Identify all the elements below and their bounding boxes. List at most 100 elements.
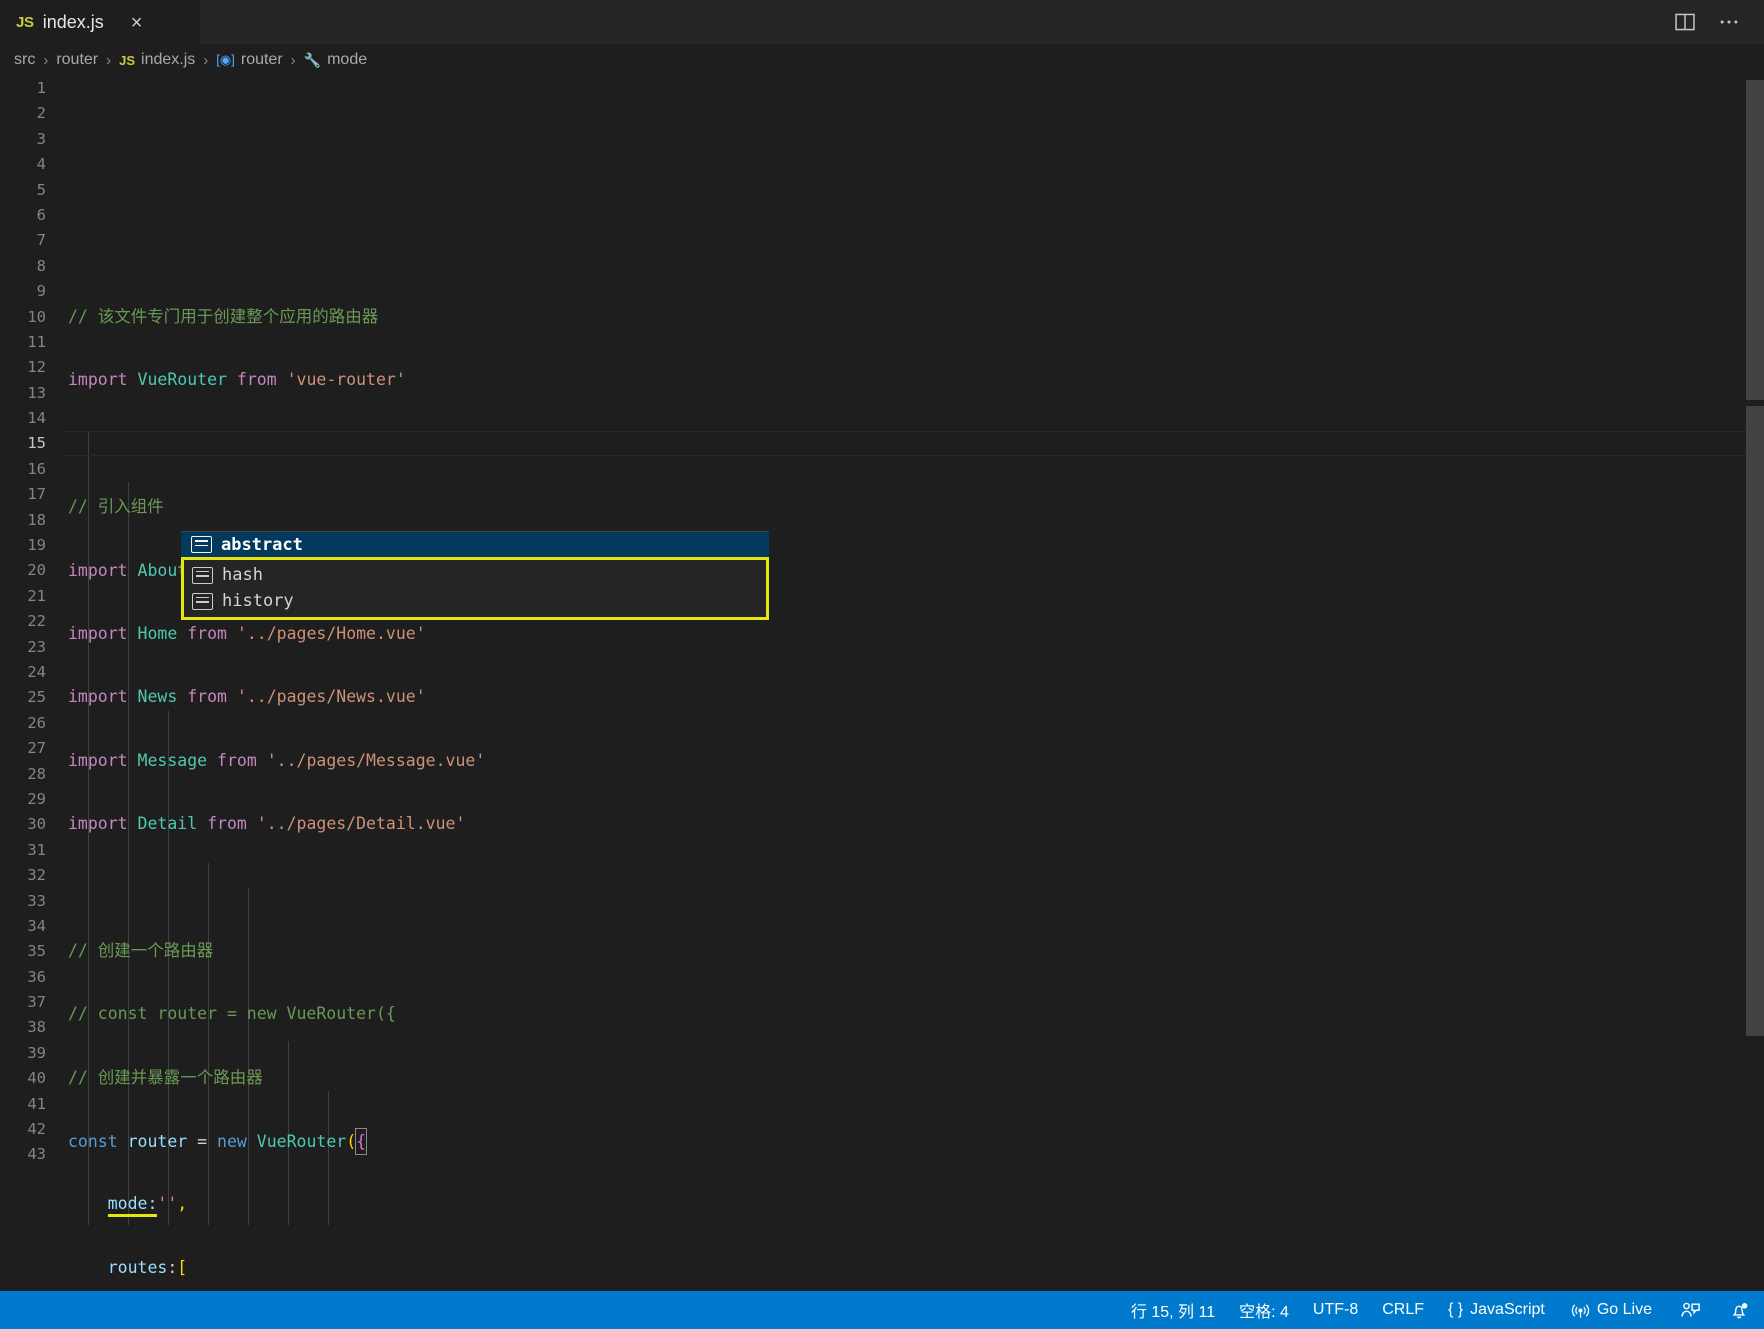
chevron-right-icon: ›	[43, 51, 49, 69]
line-number: 42	[27, 1120, 46, 1139]
line-number: 41	[27, 1094, 46, 1113]
code-line-8: import Message from '../pages/Message.vu…	[68, 750, 486, 770]
status-notifications[interactable]	[1715, 1291, 1764, 1329]
more-actions-icon[interactable]	[1716, 9, 1742, 35]
suggest-item-label: abstract	[221, 534, 303, 555]
bell-dot-icon	[1729, 1300, 1750, 1321]
suggest-item-label: hash	[222, 565, 263, 585]
status-bar-right: 行 15, 列 11 空格: 4 UTF-8 CRLF { } JavaScri…	[1119, 1291, 1764, 1329]
status-go-live[interactable]: Go Live	[1557, 1291, 1666, 1329]
line-number: 24	[27, 662, 46, 681]
breadcrumb-item-mode[interactable]: 🔧 mode	[304, 51, 367, 69]
breadcrumb-item-router-folder[interactable]: router	[56, 51, 98, 69]
line-number: 9	[36, 282, 46, 301]
line-number: 1	[36, 79, 46, 97]
status-language-mode[interactable]: { } JavaScript	[1436, 1291, 1557, 1329]
breadcrumb-item-index-js[interactable]: JS index.js	[119, 51, 195, 69]
line-number: 2	[36, 104, 46, 123]
breadcrumb-label: index.js	[141, 51, 196, 68]
tab-index-js[interactable]: JS index.js ×	[0, 0, 200, 44]
status-bar: 行 15, 列 11 空格: 4 UTF-8 CRLF { } JavaScri…	[0, 1291, 1764, 1329]
code-content[interactable]: // 该文件专门用于创建整个应用的路由器 import VueRouter fr…	[62, 76, 1764, 1291]
js-file-icon: JS	[16, 14, 34, 31]
scrollbar-thumb[interactable]	[1746, 406, 1764, 1036]
close-icon[interactable]: ×	[131, 13, 143, 33]
line-number: 22	[27, 612, 46, 631]
braces-icon: { }	[1448, 1301, 1464, 1318]
line-number: 33	[27, 891, 46, 910]
line-number: 29	[27, 789, 46, 808]
code-line-11: // 创建一个路由器	[68, 940, 214, 960]
suggest-item-history[interactable]: history	[184, 588, 766, 614]
breadcrumb-label: router	[240, 51, 283, 68]
code-line-14: const router = new VueRouter({	[62, 1128, 1764, 1156]
breadcrumb-label: src	[14, 51, 36, 68]
line-number: 36	[27, 967, 46, 986]
scrollbar-thumb[interactable]	[1746, 80, 1764, 400]
code-line-9: import Detail from '../pages/Detail.vue'	[68, 814, 466, 834]
code-editor[interactable]: 1 2 3 4 5 6 7 8 9 10 11 12 13 14 15 16 1…	[0, 76, 1764, 1291]
line-number: 18	[27, 510, 46, 529]
breadcrumb-item-src[interactable]: src	[14, 51, 35, 69]
property-wrench-icon: 🔧	[303, 51, 322, 68]
line-number: 11	[27, 332, 46, 351]
module-icon: [◉]	[216, 52, 235, 67]
line-number-gutter: 1 2 3 4 5 6 7 8 9 10 11 12 13 14 15 16 1…	[0, 76, 62, 1291]
property-icon	[192, 566, 213, 584]
vscode-window: JS index.js × src › router › JS index.js…	[0, 0, 1764, 1329]
editor-tab-bar: JS index.js ×	[0, 0, 1764, 44]
code-line-13: // 创建并暴露一个路由器	[68, 1067, 263, 1087]
line-number: 8	[36, 256, 46, 275]
line-number: 23	[27, 637, 46, 656]
line-number: 25	[27, 688, 46, 707]
indent-guide	[208, 863, 209, 1225]
suggest-item-abstract[interactable]: abstract	[181, 531, 769, 557]
line-number: 12	[27, 358, 46, 377]
line-number: 35	[27, 942, 46, 961]
status-eol[interactable]: CRLF	[1370, 1291, 1436, 1329]
status-encoding[interactable]: UTF-8	[1301, 1291, 1370, 1329]
line-number: 10	[27, 307, 46, 326]
suggest-item-label: history	[222, 591, 294, 611]
line-number: 4	[36, 155, 46, 174]
suggest-item-hash[interactable]: hash	[184, 562, 766, 588]
line-number: 19	[27, 536, 46, 555]
code-line-7: import News from '../pages/News.vue'	[68, 687, 426, 707]
line-number: 26	[27, 713, 46, 732]
status-indentation-label: 空格: 4	[1239, 1304, 1289, 1321]
line-number: 7	[36, 231, 46, 250]
status-language-mode-label: JavaScript	[1470, 1301, 1545, 1318]
suggest-list: hash history	[181, 557, 769, 620]
line-number: 32	[27, 866, 46, 885]
line-number: 3	[36, 129, 46, 148]
line-number: 13	[27, 383, 46, 402]
code-line-15-active: mode:'',	[62, 1191, 1764, 1218]
line-number: 16	[27, 459, 46, 478]
indent-guide	[128, 482, 129, 1225]
status-feedback[interactable]	[1666, 1291, 1715, 1329]
suggest-widget[interactable]: abstract hash history	[181, 531, 769, 620]
line-number: 20	[27, 561, 46, 580]
code-line-2: import VueRouter from 'vue-router'	[68, 370, 406, 390]
line-number: 28	[27, 764, 46, 783]
line-number: 30	[27, 815, 46, 834]
line-number: 37	[27, 993, 46, 1012]
line-number: 27	[27, 739, 46, 758]
code-line-4: // 引入组件	[68, 497, 164, 517]
tab-label: index.js	[42, 12, 104, 32]
status-go-live-label: Go Live	[1596, 1301, 1652, 1318]
code-line-6: import Home from '../pages/Home.vue'	[68, 623, 426, 643]
property-icon	[191, 536, 212, 553]
line-number: 31	[27, 840, 46, 859]
status-cursor-position[interactable]: 行 15, 列 11	[1119, 1291, 1227, 1329]
code-area: 1 2 3 4 5 6 7 8 9 10 11 12 13 14 15 16 1…	[0, 76, 1764, 1291]
chevron-right-icon: ›	[203, 51, 209, 69]
split-editor-icon[interactable]	[1672, 9, 1698, 35]
editor-actions	[1672, 0, 1764, 44]
breadcrumb-item-router-symbol[interactable]: [◉] router	[216, 51, 282, 69]
broadcast-icon	[1571, 1301, 1590, 1320]
editor-vertical-scrollbar[interactable]	[1746, 76, 1764, 1291]
status-indentation[interactable]: 空格: 4	[1227, 1291, 1301, 1329]
js-file-icon: JS	[119, 52, 136, 68]
breadcrumb-label: mode	[327, 51, 368, 68]
